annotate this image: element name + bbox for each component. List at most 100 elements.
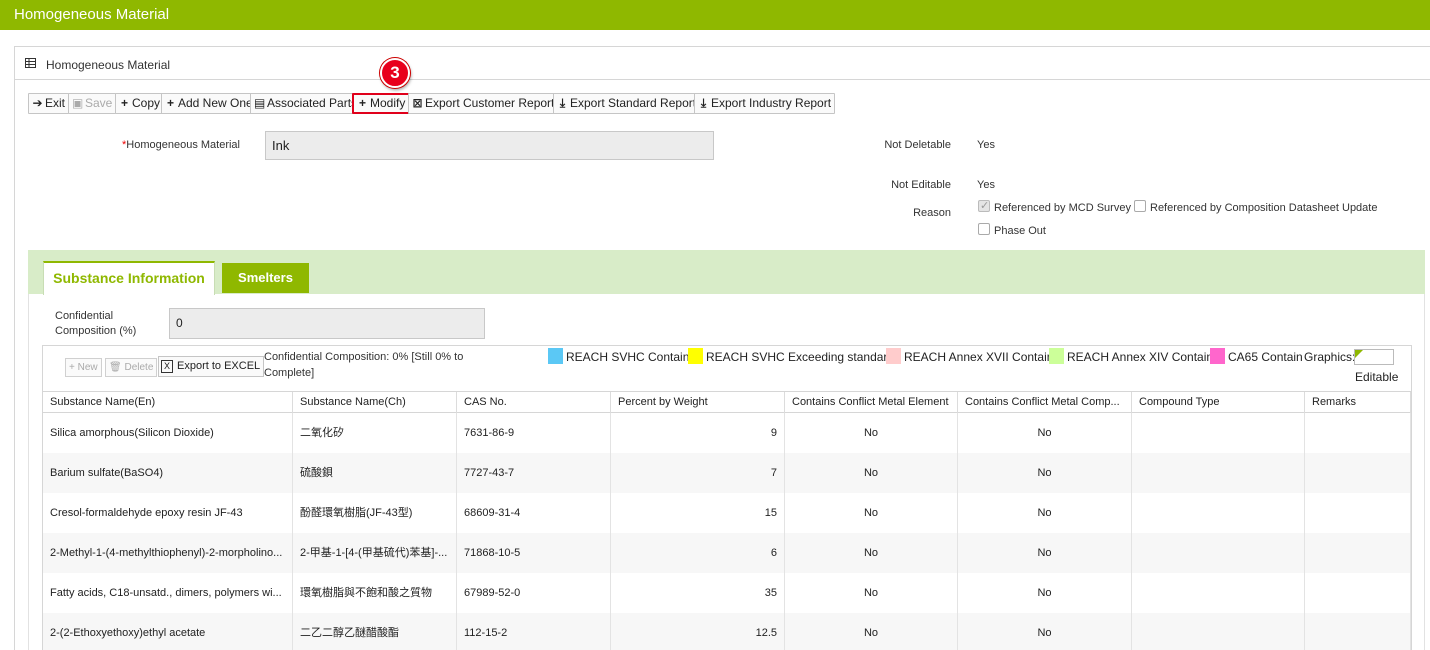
download-icon: ⤓ <box>700 96 707 110</box>
homogeneous-material-input[interactable]: Ink <box>265 131 714 160</box>
cell-percent-by-weight: 15 <box>611 493 785 533</box>
editable-label: Editable <box>1355 370 1399 384</box>
cell-percent-by-weight: 12.5 <box>611 613 785 650</box>
cell-conflict-metal-compound: No <box>958 413 1132 453</box>
new-button[interactable]: + New <box>65 358 102 377</box>
save-button[interactable]: ▣ Save <box>68 93 117 114</box>
plus-icon: + <box>166 96 174 110</box>
cell-substance-name-ch: 環氧樹脂與不飽和酸之質物 <box>293 573 457 613</box>
plus-icon: + <box>69 362 75 373</box>
cell-substance-name-ch: 酚醛環氧樹脂(JF-43型) <box>293 493 457 533</box>
cell-percent-by-weight: 7 <box>611 453 785 493</box>
export-customer-report-button[interactable]: ⊠ Export Customer Report <box>408 93 559 114</box>
cell-conflict-metal-compound: No <box>958 573 1132 613</box>
cell-cas-no: 68609-31-4 <box>457 493 611 533</box>
table-row[interactable]: Silica amorphous(Silicon Dioxide) 二氧化矽 763… <box>43 413 1411 453</box>
cell-conflict-metal-element: No <box>785 493 958 533</box>
copy-button[interactable]: + Copy <box>115 93 165 114</box>
cell-substance-name-en: 2-Methyl-1-(4-methylthiophenyl)-2-morpho… <box>43 533 293 573</box>
cell-cas-no: 71868-10-5 <box>457 533 611 573</box>
export-industry-report-button[interactable]: ⤓ Export Industry Report <box>694 93 836 114</box>
excel-icon: ⊠ <box>412 96 423 110</box>
cell-cas-no: 7631-86-9 <box>457 413 611 453</box>
cell-conflict-metal-element: No <box>785 533 958 573</box>
cell-compound-type <box>1132 453 1305 493</box>
exit-button[interactable]: ➔ Exit <box>28 93 70 114</box>
cell-compound-type <box>1132 573 1305 613</box>
table-header: Substance Name(En) Substance Name(Ch) CAS … <box>43 391 1411 414</box>
associated-parts-button[interactable]: ▤ Associated Parts <box>250 93 362 114</box>
panel-header: Homogeneous Material <box>15 47 1430 80</box>
tab-substance-information[interactable]: Substance Information <box>43 261 215 295</box>
cell-substance-name-ch: 二乙二醇乙醚醋酸酯 <box>293 613 457 650</box>
cell-remarks <box>1305 573 1411 613</box>
download-icon: ⤓ <box>559 96 566 110</box>
col-compound-type-header[interactable]: Compound Type <box>1132 392 1305 414</box>
homogeneous-material-label: *Homogeneous Material <box>121 139 240 151</box>
composition-datasheet-checkbox[interactable] <box>1134 200 1146 212</box>
col-cas-no-header[interactable]: CAS No. <box>457 392 611 414</box>
col-substance-name-ch-header[interactable]: Substance Name(Ch) <box>293 392 457 414</box>
legend-swatch-annex-xvii <box>886 348 901 364</box>
cell-percent-by-weight: 9 <box>611 413 785 453</box>
export-standard-report-button[interactable]: ⤓ Export Standard Report <box>553 93 701 114</box>
cell-substance-name-en: Barium sulfate(BaSO4) <box>43 453 293 493</box>
table-row[interactable]: Cresol-formaldehyde epoxy resin JF-43 酚醛環… <box>43 493 1411 533</box>
cell-substance-name-en: Silica amorphous(Silicon Dioxide) <box>43 413 293 453</box>
cell-substance-name-ch: 2-甲基-1-[4-(甲基硫代)苯基]-... <box>293 533 457 573</box>
table-row[interactable]: 2-Methyl-1-(4-methylthiophenyl)-2-morpho… <box>43 533 1411 573</box>
cell-remarks <box>1305 453 1411 493</box>
col-conflict-metal-compound-header[interactable]: Contains Conflict Metal Comp... <box>958 392 1132 414</box>
cell-remarks <box>1305 613 1411 650</box>
table-icon <box>25 58 36 68</box>
cell-conflict-metal-element: No <box>785 413 958 453</box>
cell-cas-no: 112-15-2 <box>457 613 611 650</box>
modify-button[interactable]: + Modify <box>352 93 411 114</box>
reason-label: Reason <box>913 207 951 219</box>
cell-conflict-metal-element: No <box>785 453 958 493</box>
col-substance-name-en-header[interactable]: Substance Name(En) <box>43 392 293 414</box>
mcd-survey-label: Referenced by MCD Survey <box>994 202 1131 214</box>
legend-swatch-svhc <box>548 348 563 364</box>
not-deletable-value: Yes <box>977 139 995 151</box>
cell-substance-name-en: Cresol-formaldehyde epoxy resin JF-43 <box>43 493 293 533</box>
app-title: Homogeneous Material <box>14 6 170 23</box>
cell-compound-type <box>1132 533 1305 573</box>
editable-indicator-icon <box>1354 349 1394 365</box>
trash-icon: 🗑 <box>109 362 122 373</box>
cell-substance-name-en: 2-(2-Ethoxyethoxy)ethyl acetate <box>43 613 293 650</box>
step-badge: 3 <box>380 58 410 88</box>
col-conflict-metal-element-header[interactable]: Contains Conflict Metal Element <box>785 392 958 414</box>
legend-annex-xiv: REACH Annex XIV Contain <box>1067 350 1214 364</box>
not-editable-label: Not Editable <box>891 179 951 191</box>
confidential-composition-input[interactable]: 0 <box>169 308 485 339</box>
add-new-one-button[interactable]: + Add New One <box>161 93 257 114</box>
document-icon: ▤ <box>254 96 266 110</box>
cell-percent-by-weight: 6 <box>611 533 785 573</box>
cell-cas-no: 7727-43-7 <box>457 453 611 493</box>
table-row[interactable]: Barium sulfate(BaSO4) 硫酸鋇 7727-43-7 7 No No <box>43 453 1411 493</box>
cell-substance-name-en: Fatty acids, C18-unsatd., dimers, polyme… <box>43 573 293 613</box>
cell-conflict-metal-compound: No <box>958 613 1132 650</box>
not-deletable-label: Not Deletable <box>884 139 951 151</box>
mcd-survey-checkbox[interactable] <box>978 199 990 212</box>
plus-icon: + <box>358 96 366 110</box>
graphics-label: Graphics: <box>1304 350 1356 364</box>
export-to-excel-button[interactable]: X Export to EXCEL <box>158 356 265 377</box>
phase-out-checkbox[interactable] <box>978 223 990 235</box>
table-row[interactable]: 2-(2-Ethoxyethoxy)ethyl acetate 二乙二醇乙醚醋酸酯… <box>43 613 1411 650</box>
col-remarks-header[interactable]: Remarks <box>1305 392 1411 414</box>
legend-svhc: REACH SVHC Contain <box>566 350 690 364</box>
cell-compound-type <box>1132 413 1305 453</box>
cell-remarks <box>1305 493 1411 533</box>
cell-conflict-metal-compound: No <box>958 453 1132 493</box>
tab-smelters[interactable]: Smelters <box>222 263 309 293</box>
composition-datasheet-label: Referenced by Composition Datasheet Upda… <box>1150 202 1378 214</box>
col-percent-by-weight-header[interactable]: Percent by Weight <box>611 392 785 414</box>
exit-icon: ➔ <box>32 96 43 110</box>
cell-compound-type <box>1132 493 1305 533</box>
delete-button[interactable]: 🗑 Delete <box>105 358 158 377</box>
table-row[interactable]: Fatty acids, C18-unsatd., dimers, polyme… <box>43 573 1411 613</box>
cell-remarks <box>1305 413 1411 453</box>
legend-swatch-ca65 <box>1210 348 1225 364</box>
